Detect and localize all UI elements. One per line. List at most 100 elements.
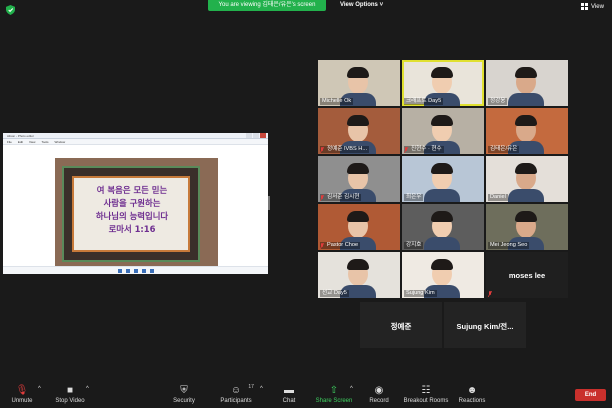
participant-name: 강지호 [404, 242, 424, 249]
verse-text: 여 복음은 모든 믿는 사람을 구원하는 하나님의 능력입니다 로마서 1:16 [78, 184, 186, 236]
split-view-handle[interactable] [268, 196, 270, 210]
menu-item: Edit [17, 140, 24, 144]
participant-tile[interactable]: 크래프트 Day5 [402, 60, 484, 106]
photo-viewer-controls [3, 266, 268, 274]
share-screen-button[interactable]: ⇧ Share Screen [315, 384, 353, 405]
verse-line: 로마서 1:16 [108, 224, 156, 234]
verse-line: 하나님의 능력입니다 [95, 211, 169, 221]
participant-tile[interactable]: Michelle Ok [318, 60, 400, 106]
menu-item: Window [54, 140, 66, 144]
chevron-up-icon[interactable]: ^ [38, 386, 41, 392]
viewer-control-icon [117, 268, 122, 273]
view-button[interactable]: View [581, 3, 604, 10]
participant-tile[interactable]: 김서준 김시현 [318, 156, 400, 202]
security-button[interactable]: ⛨ Security [173, 384, 195, 405]
top-bar: You are viewing 김태은/유은's screen View Opt… [0, 0, 612, 15]
participant-name: Mei Jeong Seo [488, 242, 530, 249]
viewer-control-icon [125, 268, 130, 273]
close-icon [260, 133, 266, 138]
toolbar-label: Chat [282, 398, 296, 404]
participant-hair [347, 67, 369, 78]
participant-name: 크래프트 Day5 [404, 98, 444, 105]
stop-video-button[interactable]: ■ Stop Video [55, 384, 84, 405]
participant-hair [347, 163, 369, 174]
shared-window-title: Alison - Photo editor [7, 134, 35, 138]
end-meeting-button[interactable]: End [575, 389, 606, 401]
picture-frame: 여 복음은 모든 믿는 사람을 구원하는 하나님의 능력입니다 로마서 1:16 [62, 166, 200, 262]
view-options-menu[interactable]: View Options ˅ [340, 1, 383, 10]
window-controls [246, 133, 266, 138]
participant-tile[interactable]: 정강웅 [486, 60, 568, 106]
participants-icon: ☺ [230, 384, 242, 396]
participant-tile[interactable]: Mei Jeong Seo [486, 204, 568, 250]
participant-name: 정예준 IVBS H... [320, 146, 369, 153]
participant-tile[interactable]: 선교 Day5 [318, 252, 400, 298]
shared-window-titlebar: Alison - Photo editor [3, 133, 268, 139]
muted-mic-icon [488, 291, 492, 297]
participant-tile[interactable]: 정예준 IVBS H... [318, 108, 400, 154]
toolbar-label: Unmute [11, 398, 33, 404]
reactions-button[interactable]: ☻ Reactions [458, 384, 486, 405]
participant-tile[interactable]: Sujung Kim/전... [444, 302, 526, 348]
participant-hair [347, 211, 369, 222]
participant-name: Michelle Ok [320, 98, 354, 105]
meeting-toolbar: 🎙 Unmute ^ ■ Stop Video ^ ⛨ Security ☺ Participan… [0, 380, 612, 408]
participant-body [424, 189, 460, 202]
participant-hair [515, 163, 537, 174]
participant-name: 정강웅 [488, 98, 508, 105]
chat-button[interactable]: ▬ Chat [282, 384, 296, 405]
reactions-icon: ☻ [466, 384, 478, 396]
participant-name: Sujung Kim/전... [456, 322, 514, 331]
verse-line: 여 복음은 모든 믿는 [96, 185, 168, 195]
record-button[interactable]: ◉ Record [369, 384, 388, 405]
chevron-up-icon[interactable]: ^ [260, 386, 263, 392]
muted-mic-icon [320, 195, 324, 201]
verse-board: 여 복음은 모든 믿는 사람을 구원하는 하나님의 능력입니다 로마서 1:16 [72, 176, 190, 252]
participant-tile[interactable]: 김태은/유은 [486, 108, 568, 154]
minimize-icon [246, 133, 252, 138]
participant-name: 정예준 [390, 322, 412, 331]
participant-tile[interactable]: Sujung Kim [402, 252, 484, 298]
participant-name: Daniel [488, 194, 508, 201]
maximize-icon [253, 133, 259, 138]
shared-screen: Alison - Photo editor File Edit View Too… [3, 133, 268, 274]
participant-tile[interactable]: moses lee [486, 252, 568, 298]
toolbar-label: Security [173, 398, 195, 404]
image-canvas: 여 복음은 모든 믿는 사람을 구원하는 하나님의 능력입니다 로마서 1:16 [3, 145, 268, 274]
breakout-rooms-button[interactable]: ☷ Breakout Rooms [404, 384, 449, 405]
viewing-screen-banner: You are viewing 김태은/유은's screen [208, 0, 326, 11]
unmute-button[interactable]: 🎙 Unmute [11, 384, 33, 405]
participant-tile[interactable]: 강지호 [402, 204, 484, 250]
mic-muted-icon: 🎙 [15, 384, 29, 396]
participant-tile[interactable]: Daniel [486, 156, 568, 202]
participant-tile[interactable]: Pastor Choe [318, 204, 400, 250]
participant-name: 김서준 김시현 [320, 194, 362, 201]
toolbar-label: Share Screen [315, 398, 353, 404]
participants-button[interactable]: ☺ Participants 17 [220, 384, 254, 404]
participant-hair [347, 115, 369, 126]
participant-name: Sujung Kim [404, 290, 437, 297]
participant-count: 17 [248, 384, 254, 390]
participant-tile[interactable]: 정예준 [360, 302, 442, 348]
participant-body [508, 93, 544, 106]
chevron-up-icon[interactable]: ^ [350, 386, 353, 392]
participant-tile[interactable]: 진현수 · 현수 [402, 108, 484, 154]
toolbar-label: Reactions [458, 398, 486, 404]
record-icon: ◉ [374, 384, 384, 396]
participant-hair [431, 115, 453, 126]
participant-name: Pastor Choe [320, 242, 361, 249]
video-icon: ■ [66, 384, 74, 396]
chat-icon: ▬ [284, 384, 294, 396]
verse-line: 사람을 구원하는 [103, 198, 161, 208]
viewer-control-icon [141, 268, 146, 273]
chevron-up-icon[interactable]: ^ [86, 386, 89, 392]
shield-icon: ⛨ [180, 384, 188, 396]
participant-body [508, 189, 544, 202]
menu-item: View [29, 140, 36, 144]
participant-tile[interactable]: 최은우 [402, 156, 484, 202]
participant-name: 최은우 [404, 194, 424, 201]
menu-item: Tools [41, 140, 49, 144]
share-screen-icon: ⇧ [329, 384, 339, 396]
security-shield-icon[interactable] [6, 5, 15, 15]
participant-hair [347, 259, 369, 270]
